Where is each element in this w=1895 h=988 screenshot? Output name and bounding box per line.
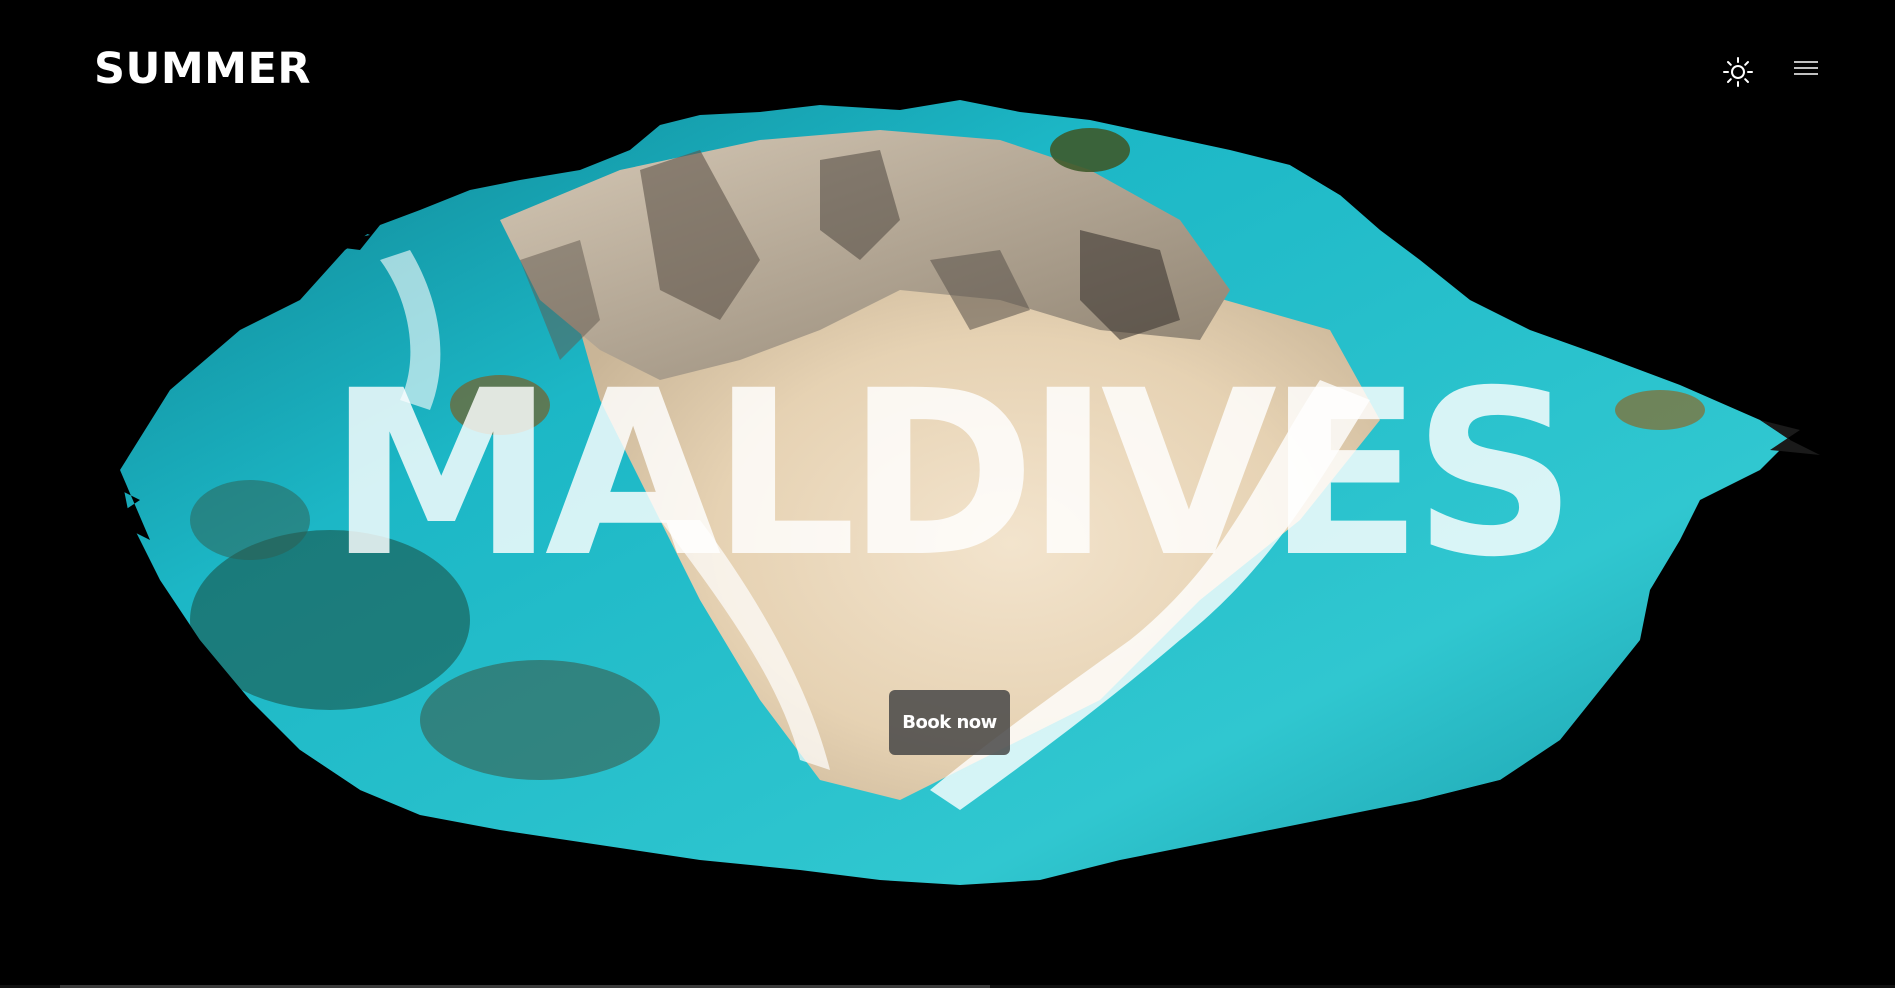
book-now-button[interactable]: Book now (889, 690, 1010, 755)
theme-toggle-button[interactable] (1722, 56, 1754, 88)
sun-icon (1723, 57, 1753, 87)
site-header: SUMMER (0, 0, 1895, 140)
menu-button[interactable] (1793, 56, 1819, 80)
site-logo[interactable]: SUMMER (94, 48, 311, 91)
hamburger-menu-icon (1794, 61, 1818, 75)
hero-headline: MALDIVES (327, 341, 1577, 607)
